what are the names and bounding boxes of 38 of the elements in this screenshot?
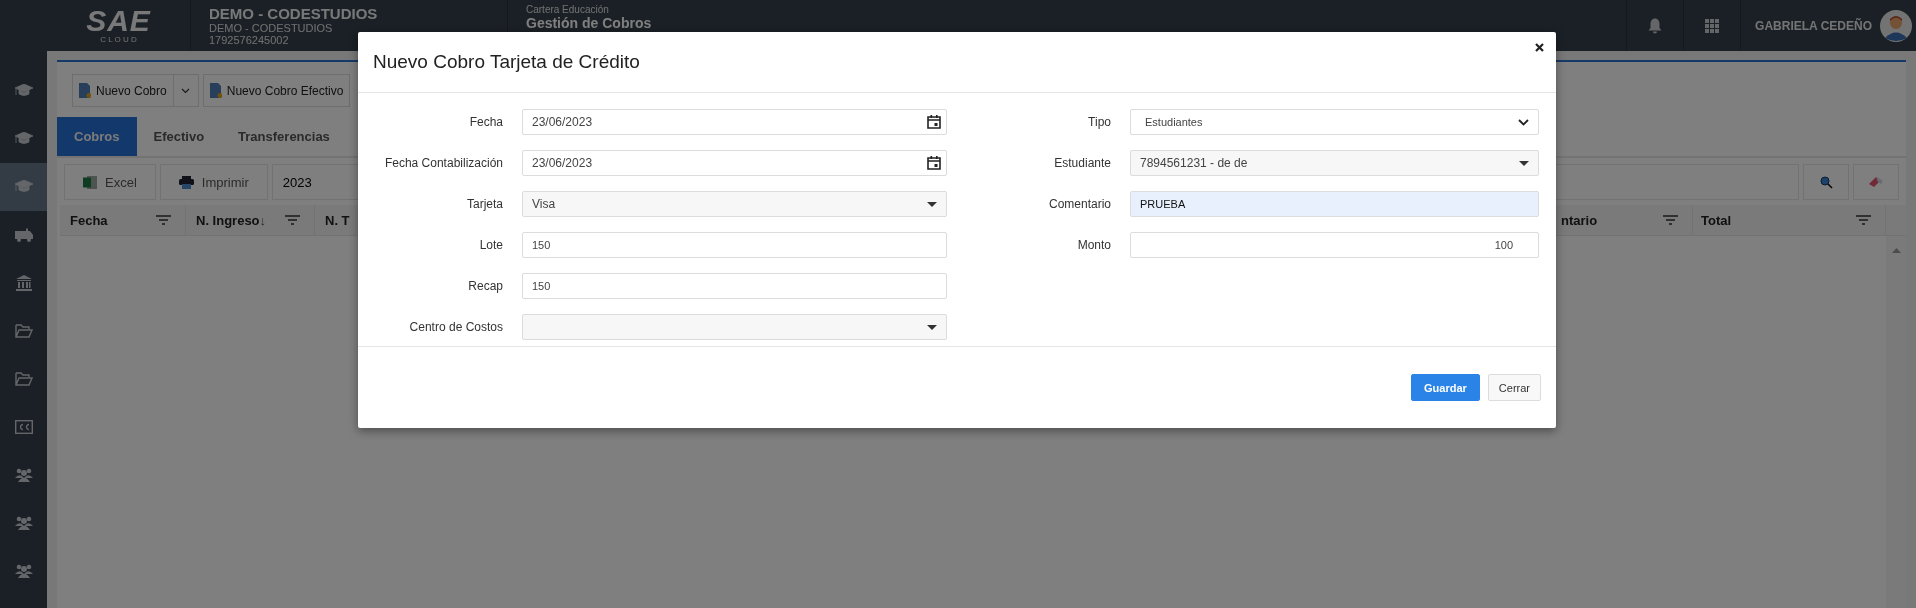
- dropdown-field[interactable]: Estudiantes: [1130, 109, 1539, 135]
- company-subtitle: DEMO - CODESTUDIOS: [209, 22, 334, 34]
- user-name[interactable]: GABRIELA CEDEÑO: [1755, 18, 1872, 33]
- company-name: DEMO - CODESTUDIOS: [209, 5, 379, 22]
- field-label: Monto: [1076, 238, 1111, 252]
- input-field[interactable]: 100: [1130, 232, 1539, 258]
- field-label: Lote: [478, 238, 503, 252]
- tab[interactable]: Efectivo: [136, 117, 222, 156]
- action-button[interactable]: Imprimir: [159, 164, 268, 200]
- dialog-title: Nuevo Cobro Tarjeta de Crédito: [373, 51, 640, 73]
- input-field[interactable]: PRUEBA: [1130, 191, 1539, 217]
- column-header[interactable]: Total: [1693, 205, 1886, 235]
- field-label: Fecha Contabilización: [383, 156, 503, 170]
- select-field[interactable]: 7894561231 - de de: [1130, 150, 1539, 176]
- field-label: Fecha: [468, 115, 503, 129]
- company-id: 1792576245002: [209, 34, 290, 46]
- date-field[interactable]: 23/06/2023: [522, 150, 947, 176]
- module-section: Cartera Educación: [526, 4, 652, 15]
- field-label: Centro de Costos: [408, 320, 503, 334]
- action-button[interactable]: Excel: [64, 164, 156, 200]
- tab[interactable]: Transferencias: [221, 117, 347, 156]
- select-field[interactable]: Visa: [522, 191, 947, 217]
- page-title: Gestión de Cobros: [526, 15, 652, 31]
- field-label: Recap: [467, 279, 503, 293]
- field-label: Estudiante: [1053, 156, 1111, 170]
- column-header[interactable]: N. Ingreso↓: [186, 205, 315, 235]
- dialog-button[interactable]: Cerrar: [1487, 374, 1541, 401]
- input-field[interactable]: 150: [522, 273, 947, 299]
- date-field[interactable]: 23/06/2023: [522, 109, 947, 135]
- new-button[interactable]: Nuevo Cobro Efectivo: [202, 74, 351, 107]
- field-label: Tipo: [1087, 115, 1111, 129]
- field-label: Comentario: [1047, 197, 1111, 211]
- input-field[interactable]: 150: [522, 232, 947, 258]
- tab[interactable]: Cobros: [57, 117, 137, 156]
- field-label: Tarjeta: [465, 197, 503, 211]
- new-button[interactable]: Nuevo Cobro: [72, 74, 174, 107]
- dialog-button[interactable]: Guardar: [1411, 374, 1480, 401]
- column-header[interactable]: Fecha: [60, 205, 186, 235]
